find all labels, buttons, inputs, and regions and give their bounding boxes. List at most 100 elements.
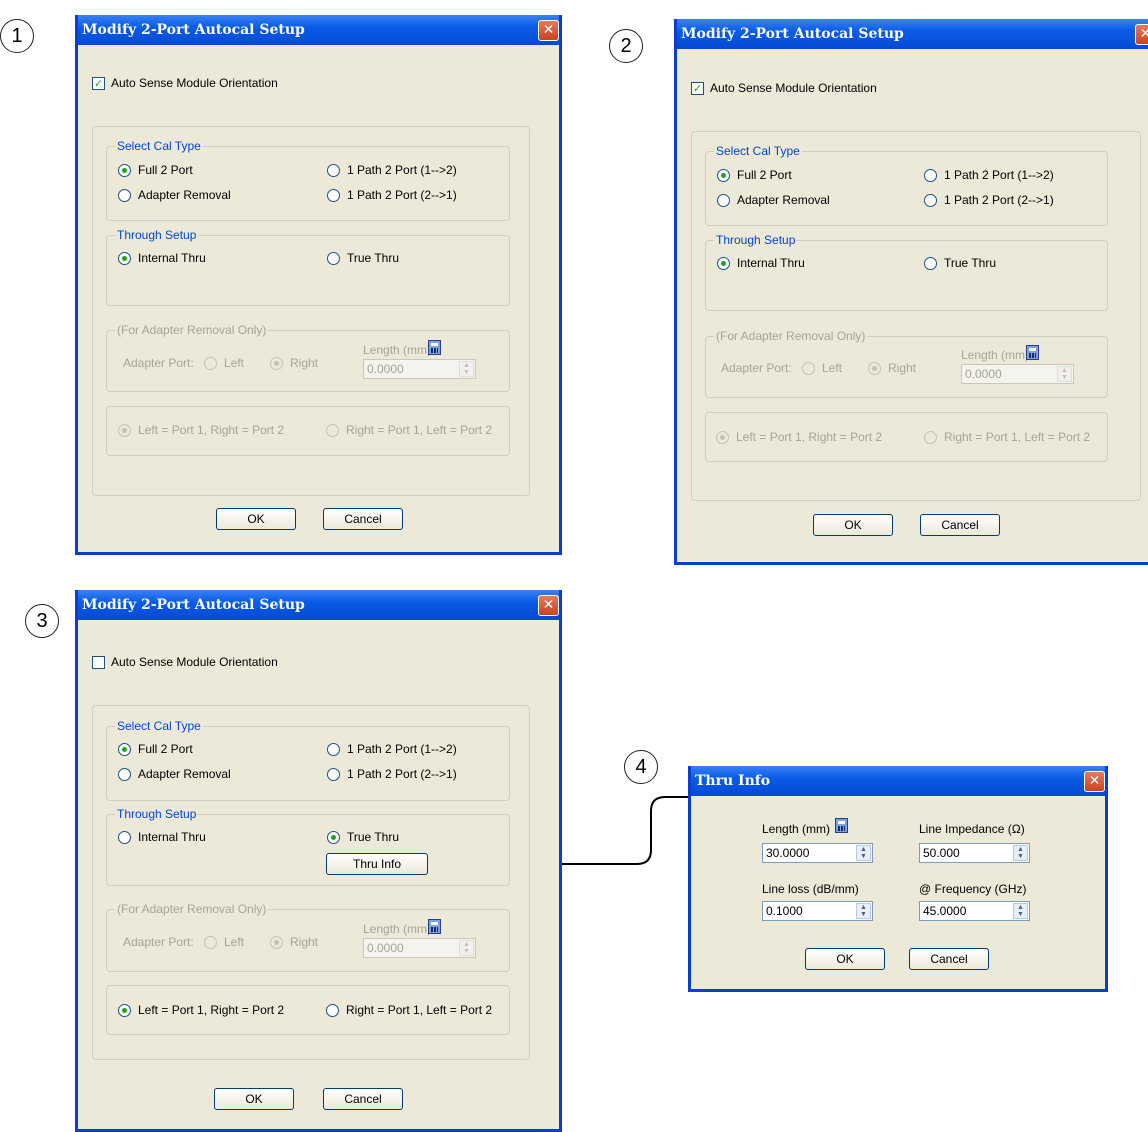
thru-length-input[interactable]: 30.0000 ▲ ▼ — [762, 843, 873, 863]
internal-thru-radio[interactable] — [717, 257, 730, 270]
full-2-port-radio[interactable] — [118, 743, 131, 756]
adapter-removal-label: Adapter Removal — [737, 193, 830, 207]
path-2-1-radio[interactable] — [327, 768, 340, 781]
adapter-only-title: (For Adapter Removal Only) — [714, 329, 868, 343]
adapter-port-label: Adapter Port: — [123, 935, 194, 949]
spin-arrows-icon[interactable]: ▲ ▼ — [1013, 845, 1028, 861]
dialog-title: Modify 2-Port Autocal Setup — [82, 597, 305, 613]
thru-info-titlebar: Thru Info ✕ — [688, 766, 1108, 796]
internal-thru-label: Internal Thru — [138, 251, 206, 265]
right-port1-radio[interactable] — [326, 1004, 339, 1017]
close-icon[interactable]: ✕ — [538, 595, 559, 616]
cal-type-group — [705, 151, 1108, 226]
adapter-right-radio[interactable] — [868, 362, 881, 375]
true-thru-radio[interactable] — [924, 257, 937, 270]
auto-sense-label: Auto Sense Module Orientation — [111, 76, 278, 90]
left-port1-label: Left = Port 1, Right = Port 2 — [138, 1003, 285, 1017]
internal-thru-radio[interactable] — [118, 831, 131, 844]
calculator-icon[interactable] — [428, 919, 441, 934]
ok-button[interactable]: OK — [214, 1088, 294, 1110]
adapter-left-radio[interactable] — [802, 362, 815, 375]
close-icon[interactable]: ✕ — [538, 20, 559, 41]
close-icon[interactable]: ✕ — [1135, 24, 1148, 45]
right-port1-radio[interactable] — [326, 424, 339, 437]
adapter-right-radio[interactable] — [270, 936, 283, 949]
cal-type-title: Select Cal Type — [714, 144, 802, 158]
length-label: Length (mm) — [363, 343, 432, 357]
calculator-icon[interactable] — [835, 818, 848, 833]
autocal-dialog-3: Modify 2-Port Autocal Setup ✕ Auto Sense… — [75, 590, 562, 1132]
thru-cancel-button[interactable]: Cancel — [909, 948, 989, 970]
spin-arrows-icon[interactable]: ▲ ▼ — [1057, 366, 1072, 382]
through-setup-title: Through Setup — [714, 233, 798, 247]
spin-arrows-icon[interactable]: ▲ ▼ — [856, 903, 871, 919]
thru-ok-button[interactable]: OK — [805, 948, 885, 970]
adapter-removal-radio[interactable] — [118, 189, 131, 202]
path-1-2-radio[interactable] — [924, 169, 937, 182]
line-impedance-input[interactable]: 50.000 ▲ ▼ — [919, 843, 1030, 863]
cancel-button[interactable]: Cancel — [920, 514, 1000, 536]
adapter-removal-radio[interactable] — [717, 194, 730, 207]
spin-arrows-icon[interactable]: ▲ ▼ — [459, 361, 474, 377]
internal-thru-radio[interactable] — [118, 252, 131, 265]
cancel-button[interactable]: Cancel — [323, 508, 403, 530]
through-setup-title: Through Setup — [115, 228, 199, 242]
length-input[interactable]: 0.0000 ▲ ▼ — [961, 364, 1074, 384]
cal-type-title: Select Cal Type — [115, 719, 203, 733]
full-2-port-radio[interactable] — [118, 164, 131, 177]
adapter-removal-radio[interactable] — [118, 768, 131, 781]
right-port1-radio[interactable] — [924, 431, 937, 444]
path-2-1-label: 1 Path 2 Port (2-->1) — [944, 193, 1054, 207]
adapter-left-label: Left — [822, 361, 843, 375]
path-2-1-radio[interactable] — [327, 189, 340, 202]
true-thru-radio[interactable] — [327, 252, 340, 265]
adapter-port-label: Adapter Port: — [721, 361, 792, 375]
thru-info-button[interactable]: Thru Info — [326, 853, 428, 875]
adapter-only-title: (For Adapter Removal Only) — [115, 902, 269, 916]
true-thru-label: True Thru — [347, 251, 400, 265]
cancel-button[interactable]: Cancel — [323, 1088, 403, 1110]
true-thru-label: True Thru — [347, 830, 400, 844]
spin-arrows-icon[interactable]: ▲ ▼ — [459, 940, 474, 956]
adapter-right-radio[interactable] — [270, 357, 283, 370]
ok-button[interactable]: OK — [813, 514, 893, 536]
thru-info-dialog: Thru Info ✕ Length (mm) 30.0000 ▲ ▼ Line I… — [688, 766, 1108, 992]
adapter-right-label: Right — [888, 361, 917, 375]
through-setup-title: Through Setup — [115, 807, 199, 821]
dialog-title: Modify 2-Port Autocal Setup — [82, 22, 305, 38]
path-1-2-label: 1 Path 2 Port (1-->2) — [347, 742, 457, 756]
dialog-titlebar: Modify 2-Port Autocal Setup ✕ — [75, 15, 562, 45]
length-input[interactable]: 0.0000 ▲ ▼ — [363, 938, 476, 958]
path-1-2-label: 1 Path 2 Port (1-->2) — [347, 163, 457, 177]
path-1-2-radio[interactable] — [327, 164, 340, 177]
spin-arrows-icon[interactable]: ▲ ▼ — [1013, 903, 1028, 919]
ok-button[interactable]: OK — [216, 508, 296, 530]
adapter-left-label: Left — [224, 356, 245, 370]
length-input[interactable]: 0.0000 ▲ ▼ — [363, 359, 476, 379]
calculator-icon[interactable] — [428, 340, 441, 355]
auto-sense-checkbox[interactable] — [92, 656, 105, 669]
full-2-port-radio[interactable] — [717, 169, 730, 182]
internal-thru-label: Internal Thru — [737, 256, 805, 270]
close-icon[interactable]: ✕ — [1084, 771, 1105, 792]
calculator-icon[interactable] — [1026, 345, 1039, 360]
true-thru-radio[interactable] — [327, 831, 340, 844]
spin-arrows-icon[interactable]: ▲ ▼ — [856, 845, 871, 861]
dialog-titlebar: Modify 2-Port Autocal Setup ✕ — [674, 19, 1148, 49]
left-port1-radio[interactable] — [118, 424, 131, 437]
through-setup-group — [106, 814, 510, 886]
line-loss-input[interactable]: 0.1000 ▲ ▼ — [762, 901, 873, 921]
adapter-left-radio[interactable] — [204, 357, 217, 370]
path-2-1-radio[interactable] — [924, 194, 937, 207]
adapter-left-radio[interactable] — [204, 936, 217, 949]
length-label: Length (mm) — [363, 922, 432, 936]
left-port1-label: Left = Port 1, Right = Port 2 — [138, 423, 285, 437]
path-1-2-radio[interactable] — [327, 743, 340, 756]
frequency-input[interactable]: 45.0000 ▲ ▼ — [919, 901, 1030, 921]
auto-sense-checkbox[interactable]: ✓ — [691, 82, 704, 95]
left-port1-radio[interactable] — [716, 431, 729, 444]
auto-sense-checkbox[interactable]: ✓ — [92, 77, 105, 90]
cal-type-title: Select Cal Type — [115, 139, 203, 153]
dialog-titlebar: Modify 2-Port Autocal Setup ✕ — [75, 590, 562, 620]
left-port1-radio[interactable] — [118, 1004, 131, 1017]
